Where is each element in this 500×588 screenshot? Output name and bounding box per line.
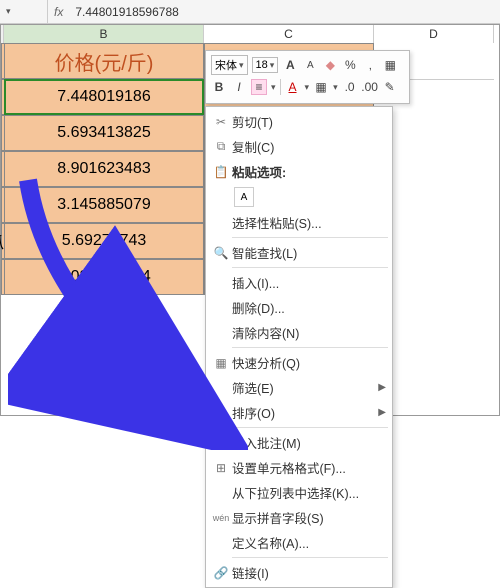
col-header-b[interactable]: B xyxy=(4,25,204,43)
col-header-c[interactable]: C xyxy=(204,25,374,43)
cell[interactable]: 3.145885079 xyxy=(4,187,204,223)
copy-icon: ⧉ xyxy=(210,139,232,154)
comma-icon[interactable]: ‚ xyxy=(362,57,378,73)
align-icon[interactable]: ≡ xyxy=(251,79,267,95)
menu-pick-dropdown[interactable]: 从下拉列表中选择(K)... xyxy=(206,480,392,505)
italic-button[interactable]: I xyxy=(231,79,247,95)
menu-phonetic[interactable]: wén显示拼音字段(S) xyxy=(206,505,392,530)
borders-icon[interactable]: ▦ xyxy=(313,79,329,95)
paste-option[interactable]: A xyxy=(206,184,392,210)
divider xyxy=(232,557,388,558)
clipboard-icon: 📋 xyxy=(210,165,232,179)
paste-values-icon: A xyxy=(234,187,254,207)
chevron-right-icon: ▶ xyxy=(378,382,386,393)
menu-insert[interactable]: 插入(I)... xyxy=(206,270,392,295)
bold-button[interactable]: B xyxy=(211,79,227,95)
menu-insert-comment[interactable]: ✎插入批注(M) xyxy=(206,430,392,455)
cell[interactable]: 7.448019186 xyxy=(4,79,204,115)
comment-icon: ✎ xyxy=(210,436,232,450)
cell[interactable]: 瓜 xyxy=(1,223,4,259)
menu-hyperlink[interactable]: 🔗链接(I) xyxy=(206,560,392,585)
chevron-right-icon: ▶ xyxy=(378,407,386,418)
size-select[interactable]: 18▾ xyxy=(252,57,279,73)
percent-icon[interactable]: % xyxy=(342,57,358,73)
increase-font-icon[interactable]: A xyxy=(282,57,298,73)
divider xyxy=(232,347,388,348)
formula-bar: ▾ fx 7.44801918596788 xyxy=(0,0,500,24)
menu-filter[interactable]: 筛选(E)▶ xyxy=(206,375,392,400)
mini-toolbar: 宋体▾ 18▾ A A ◆ % ‚ ▦ B I ≡ ▾ A ▾ ▦ ▾ .0 .… xyxy=(205,50,410,104)
font-select[interactable]: 宋体▾ xyxy=(211,55,248,75)
cell[interactable]: 5.693413825 xyxy=(4,115,204,151)
divider xyxy=(232,427,388,428)
scissors-icon: ✂ xyxy=(210,115,232,129)
menu-smart-lookup[interactable]: 🔍智能查找(L) xyxy=(206,240,392,265)
search-icon: 🔍 xyxy=(210,246,232,260)
phonetic-icon: wén xyxy=(210,513,232,523)
menu-delete[interactable]: 删除(D)... xyxy=(206,295,392,320)
menu-copy[interactable]: ⧉复制(C) xyxy=(206,134,392,159)
menu-cut[interactable]: ✂剪切(T) xyxy=(206,109,392,134)
cell[interactable]: 8.901623483 xyxy=(4,151,204,187)
cell[interactable]: 5.69278743 xyxy=(4,223,204,259)
chevron-down-icon[interactable]: ▾ xyxy=(333,82,338,93)
menu-clear[interactable]: 清除内容(N) xyxy=(206,320,392,345)
table-icon: ▦ xyxy=(210,356,232,370)
decrease-font-icon[interactable]: A xyxy=(302,57,318,73)
context-menu: ✂剪切(T) ⧉复制(C) 📋粘贴选项: A 选择性粘贴(S)... 🔍智能查找… xyxy=(205,106,393,588)
decimal-inc-icon[interactable]: .00 xyxy=(362,79,378,95)
fx-label[interactable]: fx xyxy=(48,5,69,19)
menu-quick-analysis[interactable]: ▦快速分析(Q) xyxy=(206,350,392,375)
divider xyxy=(232,237,388,238)
col-header-d[interactable]: D xyxy=(374,25,494,43)
chevron-down-icon[interactable]: ▾ xyxy=(271,82,276,93)
fill-color-icon[interactable]: ◆ xyxy=(322,57,338,73)
link-icon: 🔗 xyxy=(210,566,232,580)
column-headers: B C D xyxy=(1,25,499,43)
divider xyxy=(232,267,388,268)
menu-format-cells[interactable]: ⊞设置单元格格式(F)... xyxy=(206,455,392,480)
decimal-dec-icon[interactable]: .0 xyxy=(342,79,358,95)
format-painter-icon[interactable]: ✎ xyxy=(382,79,398,95)
name-box[interactable]: ▾ xyxy=(0,0,48,23)
cell[interactable]: 8.039629854 xyxy=(4,259,204,295)
menu-define-name[interactable]: 定义名称(A)... xyxy=(206,530,392,555)
formula-value[interactable]: 7.44801918596788 xyxy=(69,5,184,19)
menu-paste-header: 📋粘贴选项: xyxy=(206,159,392,184)
border-icon[interactable]: ▦ xyxy=(382,57,398,73)
menu-paste-special[interactable]: 选择性粘贴(S)... xyxy=(206,210,392,235)
menu-sort[interactable]: 排序(O)▶ xyxy=(206,400,392,425)
chevron-down-icon[interactable]: ▾ xyxy=(305,82,310,93)
font-color-icon[interactable]: A xyxy=(285,79,301,95)
format-icon: ⊞ xyxy=(210,461,232,475)
header-cell-b[interactable]: 价格(元/斤) xyxy=(4,43,204,79)
